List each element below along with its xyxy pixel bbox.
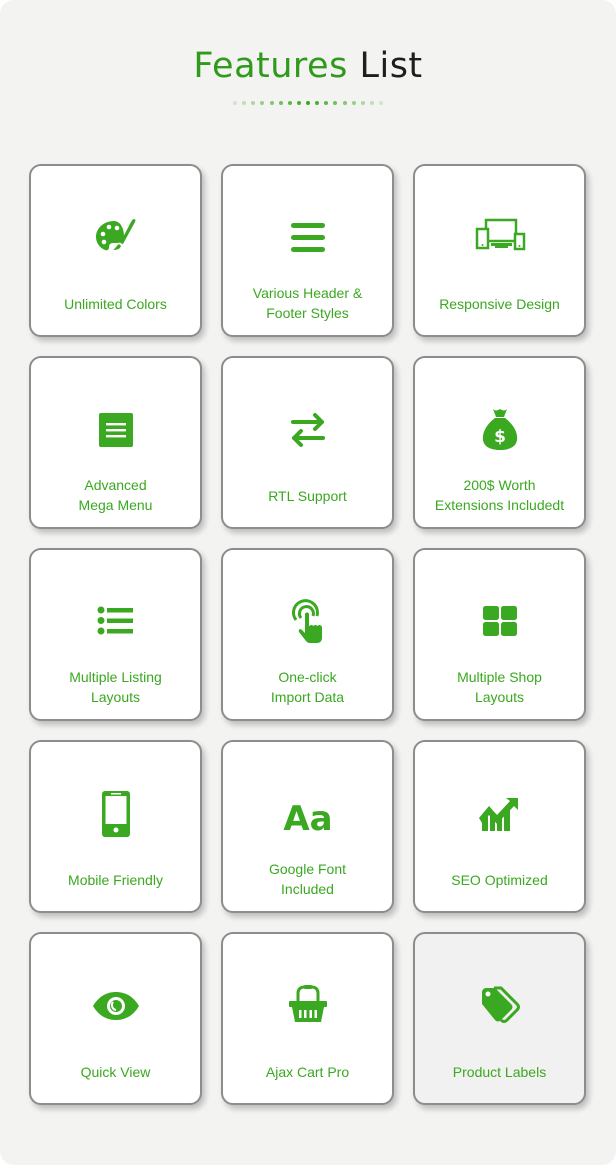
feature-label: Multiple Shop Layouts [421, 667, 578, 707]
feature-label: Quick View [80, 1064, 151, 1080]
feature-label-line2: Import Data [270, 689, 345, 705]
feature-label-line2: Included [281, 881, 334, 897]
feature-label: Advanced Mega Menu [37, 475, 194, 515]
feature-label-line1: Various Header & [252, 285, 363, 301]
feature-card-mobile-friendly[interactable]: Mobile Friendly [29, 740, 202, 913]
responsive-devices-icon [474, 214, 526, 262]
feature-label-line2: Layouts [474, 689, 525, 705]
divider-dot [360, 101, 365, 105]
feature-label-line2: Layouts [90, 689, 141, 705]
mobile-phone-icon [90, 790, 142, 838]
feature-label: 200$ Worth Extensions Includedt [421, 475, 578, 515]
feature-card-quick-view[interactable]: Quick View [29, 932, 202, 1105]
feature-label-line1: Multiple Listing [69, 669, 162, 685]
feature-card-seo-optimized[interactable]: SEO Optimized [413, 740, 586, 913]
feature-label-line1: 200$ Worth [463, 477, 536, 493]
divider-dot [333, 101, 338, 105]
eye-icon [90, 982, 142, 1030]
divider-dot [242, 101, 247, 105]
title-rest: List [359, 46, 423, 86]
features-grid: Unlimited Colors Various Header & Footer… [29, 164, 586, 1105]
feature-card-one-click-import[interactable]: One-click Import Data [221, 548, 394, 721]
feature-label-line2: Footer Styles [266, 305, 349, 321]
feature-card-header-footer-styles[interactable]: Various Header & Footer Styles [221, 164, 394, 337]
divider-dot [278, 101, 283, 105]
menu-square-icon [90, 406, 142, 454]
feature-label: Ajax Cart Pro [265, 1064, 350, 1080]
features-panel: Features List Unlimited Colors Various H… [0, 0, 616, 1165]
divider-dot [296, 101, 301, 105]
feature-label: Google Font Included [229, 859, 386, 899]
divider-dot [379, 101, 383, 105]
divider-dot [315, 101, 320, 105]
divider-dot [351, 101, 356, 105]
feature-label: Mobile Friendly [68, 872, 163, 888]
tags-icon [474, 982, 526, 1030]
font-glyph: Aa [283, 799, 332, 838]
page-title: Features List [0, 46, 616, 86]
feature-card-responsive-design[interactable]: Responsive Design [413, 164, 586, 337]
feature-label-line1: Multiple Shop [457, 669, 542, 685]
divider-dot [324, 101, 329, 105]
feature-label: SEO Optimized [451, 872, 548, 888]
list-icon [90, 598, 142, 646]
divider-dot [369, 101, 374, 105]
title-divider [233, 100, 383, 106]
divider-dot [269, 101, 274, 105]
feature-card-mega-menu[interactable]: Advanced Mega Menu [29, 356, 202, 529]
exchange-arrows-icon [282, 406, 334, 454]
divider-dot [287, 101, 292, 105]
feature-label: One-click Import Data [229, 667, 386, 707]
feature-card-ajax-cart[interactable]: Ajax Cart Pro [221, 932, 394, 1105]
feature-label-line1: Google Font [268, 861, 347, 877]
feature-label: RTL Support [268, 488, 347, 504]
feature-card-unlimited-colors[interactable]: Unlimited Colors [29, 164, 202, 337]
title-highlight: Features [193, 46, 348, 86]
divider-dot [251, 101, 256, 105]
divider-dot [260, 101, 265, 105]
basket-icon [282, 982, 334, 1030]
divider-dot [306, 101, 310, 105]
feature-card-extensions[interactable]: $ 200$ Worth Extensions Includedt [413, 356, 586, 529]
palette-icon [90, 214, 142, 262]
tap-hand-icon [282, 598, 334, 646]
feature-label: Various Header & Footer Styles [229, 283, 386, 323]
divider-dot [342, 101, 347, 105]
feature-label: Product Labels [452, 1064, 547, 1080]
feature-card-shop-layouts[interactable]: Multiple Shop Layouts [413, 548, 586, 721]
feature-label-line1: Advanced [84, 477, 147, 493]
font-icon: Aa [282, 790, 334, 838]
grid-icon [474, 598, 526, 646]
money-bag-icon: $ [474, 406, 526, 454]
divider-dot [233, 101, 237, 105]
feature-card-rtl-support[interactable]: RTL Support [221, 356, 394, 529]
feature-label-line2: Mega Menu [78, 497, 153, 513]
feature-label-line1: One-click [278, 669, 337, 685]
hamburger-menu-icon [282, 214, 334, 262]
svg-text:$: $ [494, 427, 506, 447]
feature-label: Multiple Listing Layouts [37, 667, 194, 707]
feature-label: Responsive Design [439, 296, 560, 312]
feature-card-product-labels[interactable]: Product Labels [413, 932, 586, 1105]
feature-card-listing-layouts[interactable]: Multiple Listing Layouts [29, 548, 202, 721]
feature-label: Unlimited Colors [64, 296, 167, 312]
feature-label-line2: Extensions Includedt [434, 497, 565, 513]
feature-card-google-font[interactable]: Aa Google Font Included [221, 740, 394, 913]
growth-chart-icon [474, 790, 526, 838]
